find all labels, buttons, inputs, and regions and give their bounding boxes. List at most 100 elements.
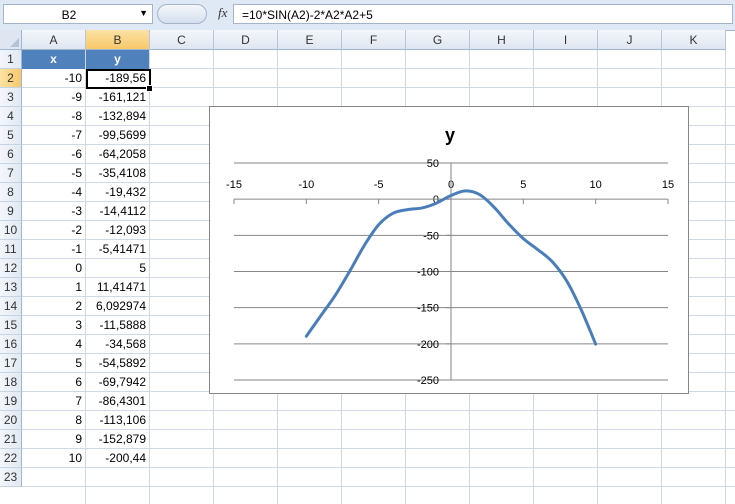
- row-header-7[interactable]: 7: [0, 164, 22, 183]
- fill-handle[interactable]: [146, 85, 153, 92]
- column-header-d[interactable]: D: [214, 30, 278, 50]
- cell-x[interactable]: 0: [22, 259, 86, 278]
- row-header-17[interactable]: 17: [0, 354, 22, 373]
- chevron-down-icon[interactable]: ▼: [139, 8, 148, 18]
- cell-x[interactable]: 2: [22, 297, 86, 316]
- row-header-23[interactable]: 23: [0, 468, 22, 487]
- cell-y[interactable]: -12,093: [86, 221, 150, 240]
- cell-x[interactable]: -3: [22, 202, 86, 221]
- insert-function-icon[interactable]: fx: [218, 5, 227, 21]
- cell-x[interactable]: -9: [22, 88, 86, 107]
- row-header-16[interactable]: 16: [0, 335, 22, 354]
- cell-x[interactable]: -2: [22, 221, 86, 240]
- column-header-b[interactable]: B: [86, 30, 150, 50]
- cell-x[interactable]: -5: [22, 164, 86, 183]
- cell-y[interactable]: 6,092974: [86, 297, 150, 316]
- cell-x[interactable]: 3: [22, 316, 86, 335]
- name-box-value: B2: [61, 8, 77, 22]
- row-header-3[interactable]: 3: [0, 88, 22, 107]
- gridline-horizontal: [22, 486, 735, 487]
- cell-y[interactable]: -113,106: [86, 411, 150, 430]
- cell-y[interactable]: -14,4112: [86, 202, 150, 221]
- row-header-4[interactable]: 4: [0, 107, 22, 126]
- chart-data-point: [406, 208, 409, 211]
- chart-data-point: [551, 260, 554, 263]
- formula-input[interactable]: =10*SIN(A2)-2*A2*A2+5: [233, 4, 733, 24]
- chart-data-point: [565, 279, 568, 282]
- row-header-1[interactable]: 1: [0, 50, 22, 69]
- name-box[interactable]: B2 ▼: [3, 4, 153, 24]
- row-header-22[interactable]: 22: [0, 449, 22, 468]
- cell-y[interactable]: 11,41471: [86, 278, 150, 297]
- cell-y[interactable]: -19,432: [86, 183, 150, 202]
- chart[interactable]: y500-50-100-150-200-250-15-10-5051015: [209, 106, 689, 394]
- select-all-button[interactable]: [0, 30, 22, 50]
- cell-y[interactable]: -99,5699: [86, 126, 150, 145]
- row-header-6[interactable]: 6: [0, 145, 22, 164]
- column-header-h[interactable]: H: [470, 30, 534, 50]
- row-header-2[interactable]: 2: [0, 69, 22, 88]
- column-header-c[interactable]: C: [150, 30, 214, 50]
- cell-x[interactable]: -1: [22, 240, 86, 259]
- chart-data-point: [392, 212, 395, 215]
- cell-y[interactable]: -152,879: [86, 430, 150, 449]
- cell-y[interactable]: -5,41471: [86, 240, 150, 259]
- cell-x[interactable]: -4: [22, 183, 86, 202]
- row-header-15[interactable]: 15: [0, 316, 22, 335]
- cell-y[interactable]: 5: [86, 259, 150, 278]
- row-header-11[interactable]: 11: [0, 240, 22, 259]
- chart-svg: y500-50-100-150-200-250-15-10-5051015: [226, 125, 674, 387]
- cell-x[interactable]: 8: [22, 411, 86, 430]
- cell-x[interactable]: 7: [22, 392, 86, 411]
- cell-y[interactable]: -86,4301: [86, 392, 150, 411]
- cell-x[interactable]: 4: [22, 335, 86, 354]
- cell-x[interactable]: 10: [22, 449, 86, 468]
- cell-y[interactable]: -69,7942: [86, 373, 150, 392]
- cell-x[interactable]: -8: [22, 107, 86, 126]
- chart-data-point: [334, 294, 337, 297]
- chart-y-tick-label: 50: [427, 158, 439, 170]
- table-header-y[interactable]: y: [86, 50, 149, 69]
- column-header-f[interactable]: F: [342, 30, 406, 50]
- row-header-14[interactable]: 14: [0, 297, 22, 316]
- column-header-i[interactable]: I: [534, 30, 598, 50]
- chart-y-tick-label: -200: [417, 339, 439, 351]
- chart-data-point: [580, 308, 583, 311]
- table-header-x[interactable]: x: [22, 50, 85, 69]
- row-header-10[interactable]: 10: [0, 221, 22, 240]
- cell-x[interactable]: -7: [22, 126, 86, 145]
- row-header-5[interactable]: 5: [0, 126, 22, 145]
- column-header-j[interactable]: J: [598, 30, 662, 50]
- row-header-19[interactable]: 19: [0, 392, 22, 411]
- column-header-g[interactable]: G: [406, 30, 470, 50]
- row-header-8[interactable]: 8: [0, 183, 22, 202]
- row-header-20[interactable]: 20: [0, 411, 22, 430]
- cell-y[interactable]: -64,2058: [86, 145, 150, 164]
- row-header-9[interactable]: 9: [0, 202, 22, 221]
- cell-x[interactable]: 5: [22, 354, 86, 373]
- cell-y[interactable]: -11,5888: [86, 316, 150, 335]
- chart-data-point: [522, 237, 525, 240]
- row-header-18[interactable]: 18: [0, 373, 22, 392]
- cell-y[interactable]: -132,894: [86, 107, 150, 126]
- cell-y[interactable]: -34,568: [86, 335, 150, 354]
- chart-x-tick-label: 5: [520, 179, 526, 191]
- cell-x[interactable]: 1: [22, 278, 86, 297]
- cell-y[interactable]: -200,44: [86, 449, 150, 468]
- cell-y[interactable]: -54,5892: [86, 354, 150, 373]
- cell-x[interactable]: -6: [22, 145, 86, 164]
- row-header-21[interactable]: 21: [0, 430, 22, 449]
- row-header-12[interactable]: 12: [0, 259, 22, 278]
- cell-y[interactable]: -161,121: [86, 88, 150, 107]
- column-header-k[interactable]: K: [662, 30, 726, 50]
- cell-x[interactable]: -10: [22, 69, 86, 88]
- cell-x[interactable]: 9: [22, 430, 86, 449]
- cell-x[interactable]: 6: [22, 373, 86, 392]
- chart-data-point: [305, 335, 308, 338]
- formula-bar-splitter[interactable]: [157, 4, 207, 24]
- column-header-a[interactable]: A: [22, 30, 86, 50]
- chart-data-point: [377, 223, 380, 226]
- column-header-e[interactable]: E: [278, 30, 342, 50]
- cell-y[interactable]: -35,4108: [86, 164, 150, 183]
- row-header-13[interactable]: 13: [0, 278, 22, 297]
